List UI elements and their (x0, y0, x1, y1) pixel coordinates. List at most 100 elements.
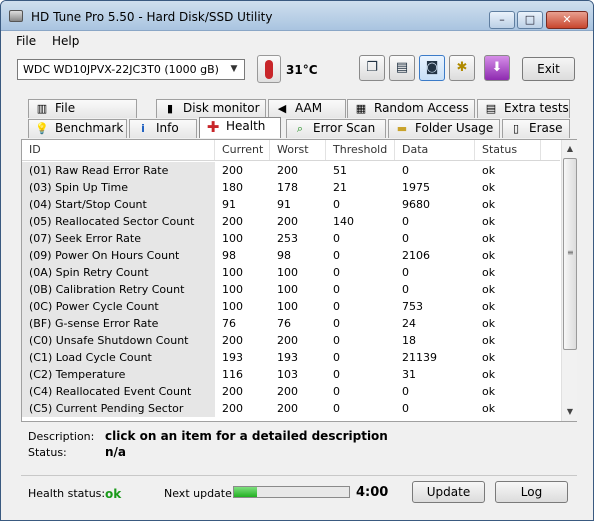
table-row[interactable]: (BF) G-sense Error Rate 76 76 0 24 ok (22, 315, 560, 332)
tab-folder-usage[interactable]: ▬ Folder Usage (388, 119, 500, 138)
extra-tests-icon: ▤ (485, 102, 497, 115)
cell-id: (04) Start/Stop Count (22, 196, 215, 213)
health-status-value: ok (105, 487, 122, 501)
cell-id: (0B) Calibration Retry Count (22, 281, 215, 298)
cell-threshold: 0 (333, 368, 340, 381)
cell-worst: 178 (277, 181, 298, 194)
column-header-threshold[interactable]: Threshold (326, 140, 395, 160)
tab-error-scan[interactable]: ⌕ Error Scan (286, 119, 386, 138)
main-content: WDC WD10JPVX-22JC3T0 (1000 gB) ▼ 31°C ❐ … (1, 51, 593, 520)
cell-id: (BF) G-sense Error Rate (22, 315, 215, 332)
tab-random-access[interactable]: ▦ Random Access (347, 99, 475, 118)
table-row[interactable]: (07) Seek Error Rate 100 253 0 0 ok (22, 230, 560, 247)
tab-disk-monitor[interactable]: ▮ Disk monitor (156, 99, 266, 118)
cell-current: 98 (222, 249, 236, 262)
cell-data: 24 (402, 317, 416, 330)
log-button[interactable]: Log (495, 481, 568, 503)
cell-status: ok (482, 368, 496, 381)
health-cross-icon: ✚ (206, 118, 220, 136)
cell-threshold: 0 (333, 232, 340, 245)
file-benchmark-icon: ▥ (36, 102, 48, 115)
scroll-thumb[interactable]: ≡ (563, 158, 577, 350)
cell-worst: 98 (277, 249, 291, 262)
menu-file[interactable]: File (16, 34, 36, 48)
cell-status: ok (482, 402, 496, 415)
tab-file-benchmark[interactable]: ▥ File Benchmark (28, 99, 137, 132)
table-header: ID Current Worst Threshold Data Status (22, 140, 560, 161)
cell-current: 193 (222, 351, 243, 364)
cell-data: 9680 (402, 198, 430, 211)
copy-text-button[interactable]: ❐ (359, 55, 385, 81)
table-row[interactable]: (0A) Spin Retry Count 100 100 0 0 ok (22, 264, 560, 281)
update-countdown: 4:00 (356, 485, 389, 500)
cell-data: 0 (402, 232, 409, 245)
cell-data: 1975 (402, 181, 430, 194)
divider (21, 475, 577, 476)
cell-data: 31 (402, 368, 416, 381)
tab-benchmark[interactable]: 💡 Benchmark (28, 119, 127, 138)
tab-info[interactable]: i Info (129, 119, 197, 138)
close-button[interactable]: ✕ (546, 11, 588, 29)
smart-table: ID Current Worst Threshold Data Status (… (21, 139, 577, 422)
column-header-data[interactable]: Data (395, 140, 475, 160)
disk-monitor-icon: ▮ (166, 102, 174, 115)
screenshot-button[interactable]: ◙ (419, 55, 445, 81)
cell-id: (C4) Reallocated Event Count (22, 383, 215, 400)
table-row[interactable]: (05) Reallocated Sector Count 200 200 140 0 o… (22, 213, 560, 230)
cell-data: 0 (402, 164, 409, 177)
table-row[interactable]: (C5) Current Pending Sector 200 200 0 0 ok (22, 400, 560, 417)
cell-status: ok (482, 334, 496, 347)
tab-erase[interactable]: ▯ Erase (502, 119, 570, 138)
table-row[interactable]: (C1) Load Cycle Count 193 193 0 21139 ok (22, 349, 560, 366)
cell-status: ok (482, 300, 496, 313)
table-row[interactable]: (C0) Unsafe Shutdown Count 200 200 0 18 ok (22, 332, 560, 349)
maximize-button[interactable]: □ (517, 11, 543, 29)
down-arrow-icon: ⬇ (491, 60, 503, 75)
tab-health[interactable]: ✚ Health (199, 117, 281, 138)
cell-threshold: 0 (333, 266, 340, 279)
menu-bar: File Help (1, 31, 593, 51)
update-button[interactable]: Update (412, 481, 485, 503)
options-icon: ✱ (456, 60, 468, 75)
cell-worst: 100 (277, 283, 298, 296)
cell-worst: 193 (277, 351, 298, 364)
copy-info-button[interactable]: ▤ (389, 55, 415, 81)
save-button[interactable]: ⬇ (484, 55, 510, 81)
cell-id: (C0) Unsafe Shutdown Count (22, 332, 215, 349)
table-row[interactable]: (01) Raw Read Error Rate 200 200 51 0 ok (22, 162, 560, 179)
table-row[interactable]: (09) Power On Hours Count 98 98 0 2106 ok (22, 247, 560, 264)
cell-current: 91 (222, 198, 236, 211)
cell-current: 200 (222, 402, 243, 415)
exit-button[interactable]: Exit (522, 57, 575, 81)
column-header-status[interactable]: Status (475, 140, 541, 160)
column-header-worst[interactable]: Worst (270, 140, 326, 160)
scroll-down-icon[interactable]: ▼ (565, 407, 575, 417)
cell-threshold: 21 (333, 181, 347, 194)
table-row[interactable]: (C4) Reallocated Event Count 200 200 0 0 ok (22, 383, 560, 400)
title-bar[interactable]: HD Tune Pro 5.50 - Hard Disk/SSD Utility… (1, 1, 593, 31)
column-header-current[interactable]: Current (215, 140, 270, 160)
column-header-id[interactable]: ID (22, 140, 215, 160)
cell-current: 100 (222, 300, 243, 313)
cell-data: 2106 (402, 249, 430, 262)
drive-selector[interactable]: WDC WD10JPVX-22JC3T0 (1000 gB) ▼ (17, 59, 245, 80)
copy-info-icon: ▤ (395, 60, 409, 75)
menu-help[interactable]: Help (52, 34, 79, 48)
table-row[interactable]: (04) Start/Stop Count 91 91 0 9680 ok (22, 196, 560, 213)
table-row[interactable]: (03) Spin Up Time 180 178 21 1975 ok (22, 179, 560, 196)
cell-status: ok (482, 317, 496, 330)
minimize-button[interactable]: – (489, 11, 515, 29)
table-row[interactable]: (0C) Power Cycle Count 100 100 0 753 ok (22, 298, 560, 315)
cell-threshold: 0 (333, 317, 340, 330)
cell-id: (0A) Spin Retry Count (22, 264, 215, 281)
table-row[interactable]: (0B) Calibration Retry Count 100 100 0 0 ok (22, 281, 560, 298)
tab-extra-tests[interactable]: ▤ Extra tests (477, 99, 570, 118)
cell-worst: 200 (277, 334, 298, 347)
hard-disk-icon (9, 10, 23, 22)
tab-aam[interactable]: ◀ AAM (268, 99, 346, 118)
scroll-up-icon[interactable]: ▲ (565, 144, 575, 154)
options-button[interactable]: ✱ (449, 55, 475, 81)
vertical-scrollbar[interactable]: ▲ ≡ ▼ (561, 140, 577, 421)
table-row[interactable]: (C2) Temperature 116 103 0 31 ok (22, 366, 560, 383)
benchmark-icon: 💡 (35, 122, 49, 135)
